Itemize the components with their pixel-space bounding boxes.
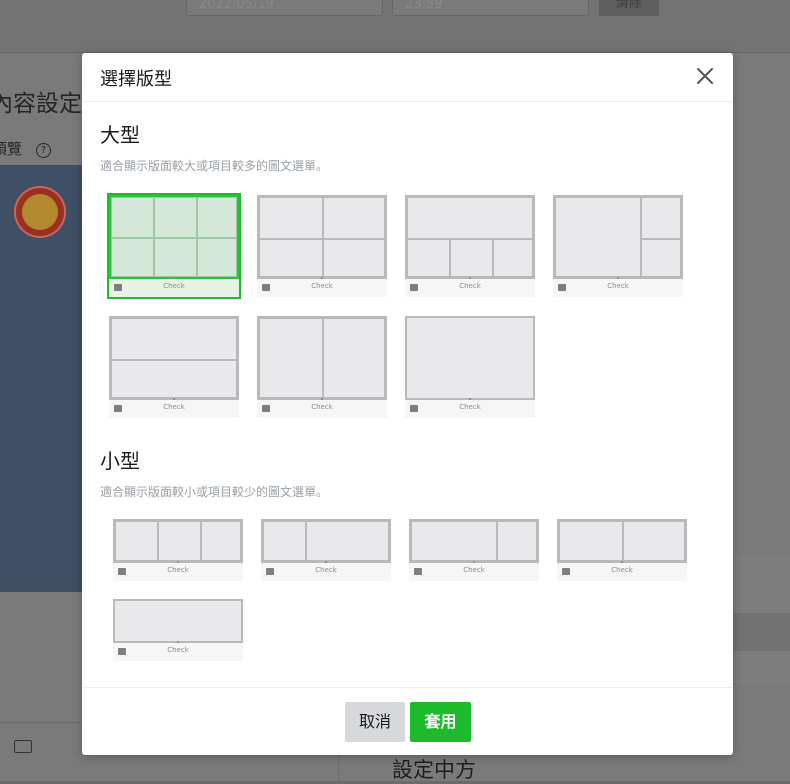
- bg-date-input: 2022/05/19: [186, 0, 383, 16]
- apply-button[interactable]: 套用: [410, 702, 471, 742]
- keyboard-icon: [410, 405, 418, 412]
- keyboard-icon: [114, 284, 122, 291]
- layout-large-1-full[interactable]: Check: [405, 316, 535, 418]
- layout-large-2-rows[interactable]: Check: [109, 316, 239, 418]
- bg-preview-text: 預覽: [0, 140, 23, 158]
- tile-caption: Check: [163, 403, 185, 411]
- layout-small-wide-narrow[interactable]: Check: [409, 519, 539, 581]
- small-section-description: 適合顯示版面較小或項目較少的圖文選單。: [100, 485, 329, 499]
- bg-time-input: 23:59: [392, 0, 589, 16]
- small-section-title: 小型: [100, 449, 140, 473]
- tile-caption: Check: [311, 282, 333, 290]
- cancel-button[interactable]: 取消: [345, 702, 405, 742]
- layout-large-6-grid[interactable]: Check: [107, 193, 241, 299]
- tile-caption: Check: [315, 566, 337, 574]
- keyboard-icon: [414, 568, 422, 575]
- layout-large-1-left-2-right[interactable]: Check: [553, 195, 683, 297]
- keyboard-icon: [14, 740, 32, 753]
- tile-caption: Check: [311, 403, 333, 411]
- tile-caption: Check: [463, 566, 485, 574]
- bg-preview-label: 預覽?: [0, 138, 52, 159]
- keyboard-icon: [118, 568, 126, 575]
- close-icon[interactable]: [694, 65, 716, 87]
- dialog-header: 選擇版型: [82, 53, 733, 102]
- large-section-description: 適合顯示版面較大或項目較多的圖文選單。: [100, 159, 329, 173]
- question-circle-icon: ?: [36, 143, 52, 158]
- tile-caption: Check: [163, 282, 185, 290]
- tile-caption: Check: [607, 282, 629, 290]
- keyboard-icon: [262, 405, 270, 412]
- tile-caption: Check: [459, 403, 481, 411]
- layout-small-1-full[interactable]: Check: [113, 599, 243, 661]
- layout-small-narrow-wide[interactable]: Check: [261, 519, 391, 581]
- keyboard-icon: [118, 648, 126, 655]
- bg-clear-button: 清除: [599, 0, 659, 16]
- layout-small-3-columns[interactable]: Check: [113, 519, 243, 581]
- layout-large-1-top-3-bottom[interactable]: Check: [405, 195, 535, 297]
- dialog-footer: 取消 套用: [82, 687, 733, 756]
- bg-avatar: [14, 186, 66, 238]
- keyboard-icon: [262, 284, 270, 291]
- dialog-title: 選擇版型: [100, 69, 172, 90]
- keyboard-icon: [410, 284, 418, 291]
- bg-bottom-text: 設定中方: [392, 758, 476, 782]
- keyboard-icon: [266, 568, 274, 575]
- layout-large-2-columns[interactable]: Check: [257, 316, 387, 418]
- bg-right-strip: [733, 613, 790, 651]
- tile-caption: Check: [611, 566, 633, 574]
- tile-caption: Check: [167, 646, 189, 654]
- keyboard-icon: [562, 568, 570, 575]
- layout-small-2-columns[interactable]: Check: [557, 519, 687, 581]
- tile-caption: Check: [459, 282, 481, 290]
- keyboard-icon: [558, 284, 566, 291]
- template-picker-dialog: 選擇版型 大型 適合顯示版面較大或項目較多的圖文選單。 Check Check: [82, 53, 733, 755]
- tile-caption: Check: [167, 566, 189, 574]
- keyboard-icon: [114, 405, 122, 412]
- layout-large-4-grid[interactable]: Check: [257, 195, 387, 297]
- bg-page-title: 內容設定: [0, 91, 82, 117]
- large-section-title: 大型: [100, 123, 140, 147]
